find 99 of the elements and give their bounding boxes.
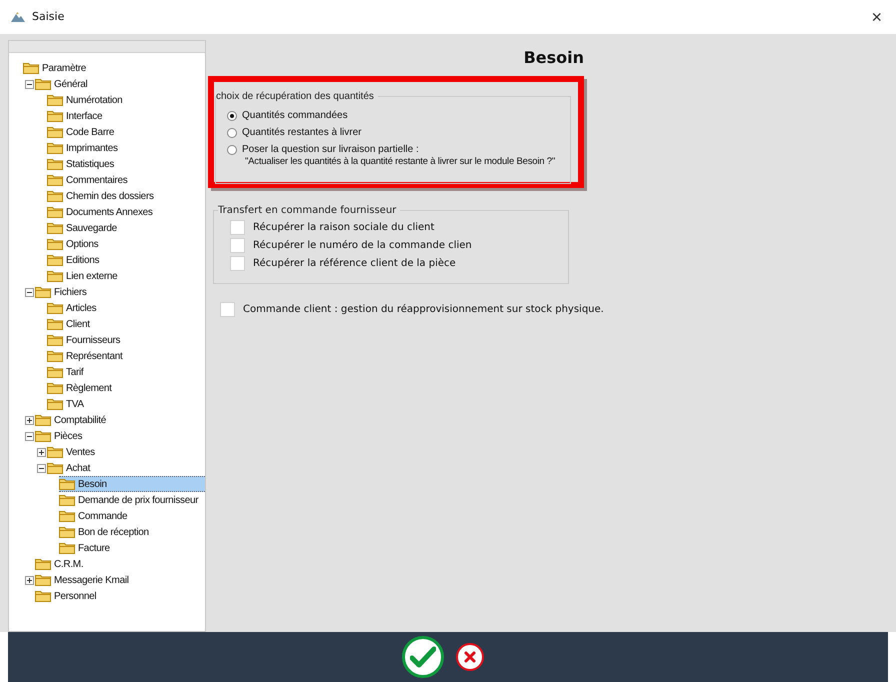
folder-icon xyxy=(35,430,51,442)
tree-item[interactable]: Besoin xyxy=(59,476,205,492)
folder-icon xyxy=(47,446,63,458)
tree-item[interactable]: Lien externe xyxy=(47,268,205,284)
tree-item[interactable]: TVA xyxy=(47,396,205,412)
folder-icon xyxy=(47,382,63,394)
folder-icon xyxy=(47,158,63,170)
checkbox[interactable] xyxy=(220,302,235,317)
tree-item[interactable]: Fournisseurs xyxy=(47,332,205,348)
folder-icon xyxy=(59,526,75,538)
tree-item[interactable]: Facture xyxy=(59,540,205,556)
tree-item[interactable]: Client xyxy=(47,316,205,332)
folder-icon xyxy=(47,398,63,410)
folder-icon xyxy=(35,574,51,586)
expand-toggle[interactable] xyxy=(24,576,34,584)
panel-title: Besoin xyxy=(524,47,584,69)
folder-icon xyxy=(47,222,63,234)
tree-item[interactable]: Editions xyxy=(47,252,205,268)
tree-item[interactable]: Articles xyxy=(47,300,205,316)
check-icon xyxy=(410,646,436,668)
folder-icon xyxy=(47,206,63,218)
tree-item[interactable]: Bon de réception xyxy=(59,524,205,540)
folder-icon xyxy=(47,302,63,314)
tree-item[interactable]: Interface xyxy=(47,108,205,124)
folder-icon xyxy=(47,142,63,154)
tree-item[interactable]: Code Barre xyxy=(47,124,205,140)
folder-icon xyxy=(59,542,75,554)
close-icon xyxy=(464,651,476,663)
tree-item[interactable]: Commande xyxy=(59,508,205,524)
tree-item[interactable]: Ventes xyxy=(47,444,205,460)
tree-item[interactable]: Chemin des dossiers xyxy=(47,188,205,204)
expand-toggle[interactable] xyxy=(24,416,34,424)
checkbox-label: Récupérer le numéro de la commande clien xyxy=(253,239,472,253)
group-legend: choix de récupération des quantités xyxy=(216,89,378,104)
checkbox-label: Récupérer la raison sociale du client xyxy=(253,221,434,235)
checkbox-label: Commande client : gestion du réapprovisionnement sur stock physique. xyxy=(243,303,604,317)
folder-icon xyxy=(47,334,63,346)
folder-icon xyxy=(47,174,63,186)
folder-icon xyxy=(35,590,51,602)
folder-icon xyxy=(47,318,63,330)
tree-item[interactable]: Numérotation xyxy=(47,92,205,108)
radio-button[interactable] xyxy=(227,128,237,138)
folder-icon xyxy=(47,94,63,106)
folder-icon xyxy=(35,78,51,90)
window-title: Saisie xyxy=(32,8,64,25)
confirm-button[interactable] xyxy=(402,636,444,678)
collapse-toggle[interactable] xyxy=(24,432,34,440)
folder-icon xyxy=(47,110,63,122)
tree-item[interactable]: Fichiers xyxy=(35,284,205,300)
folder-icon xyxy=(47,270,63,282)
collapse-toggle[interactable] xyxy=(36,464,46,472)
folder-icon xyxy=(47,126,63,138)
radio-button[interactable] xyxy=(227,145,237,155)
folder-icon xyxy=(59,478,75,490)
tree-item[interactable]: Représentant xyxy=(47,348,205,364)
checkbox-label: Récupérer la référence client de la pièce xyxy=(253,257,456,271)
tree-item[interactable]: Personnel xyxy=(35,588,205,604)
folder-icon xyxy=(23,62,39,74)
tree-item[interactable]: Imprimantes xyxy=(47,140,205,156)
expand-toggle[interactable] xyxy=(36,448,46,456)
folder-icon xyxy=(59,510,75,522)
folder-icon xyxy=(47,462,63,474)
folder-icon xyxy=(35,558,51,570)
tree-item[interactable]: Statistiques xyxy=(47,156,205,172)
folder-icon xyxy=(47,350,63,362)
tree-item[interactable]: Commentaires xyxy=(47,172,205,188)
folder-icon xyxy=(47,238,63,250)
close-button[interactable]: × xyxy=(867,8,886,26)
tree-item[interactable]: Documents Annexes xyxy=(47,204,205,220)
tree-item[interactable]: Paramètre xyxy=(23,60,205,76)
tree-item[interactable]: Tarif xyxy=(47,364,205,380)
folder-icon xyxy=(35,414,51,426)
tree-item[interactable]: Options xyxy=(47,236,205,252)
folder-icon xyxy=(47,254,63,266)
tree-item[interactable]: Pièces xyxy=(35,428,205,444)
cancel-button[interactable] xyxy=(456,643,484,671)
checkbox[interactable] xyxy=(230,256,245,271)
tree-item[interactable]: Comptabilité xyxy=(35,412,205,428)
radio-note: "Actualiser les quantités à la quantité restante à livrer sur le module Besoin ?" xyxy=(244,156,556,168)
radio-label: Poser la question sur livraison partielle : xyxy=(242,144,420,156)
radio-button[interactable] xyxy=(227,111,237,121)
tree-item[interactable]: C.R.M. xyxy=(35,556,205,572)
collapse-toggle[interactable] xyxy=(24,288,34,296)
tree-item[interactable]: Règlement xyxy=(47,380,205,396)
tree-item[interactable]: Sauvegarde xyxy=(47,220,205,236)
app-icon xyxy=(10,11,26,23)
tree-item[interactable]: Messagerie Kmail xyxy=(35,572,205,588)
folder-icon xyxy=(59,494,75,506)
checkbox[interactable] xyxy=(230,220,245,235)
tree-item[interactable]: Général xyxy=(35,76,205,92)
tree-item[interactable]: Achat xyxy=(47,460,205,476)
folder-icon xyxy=(47,366,63,378)
collapse-toggle[interactable] xyxy=(24,80,34,88)
checkbox[interactable] xyxy=(230,238,245,253)
tree-item[interactable]: Demande de prix fournisseur xyxy=(59,492,205,508)
radio-label: Quantités commandées xyxy=(242,110,348,122)
radio-label: Quantités restantes à livrer xyxy=(242,127,362,139)
folder-icon xyxy=(47,190,63,202)
folder-icon xyxy=(35,286,51,298)
